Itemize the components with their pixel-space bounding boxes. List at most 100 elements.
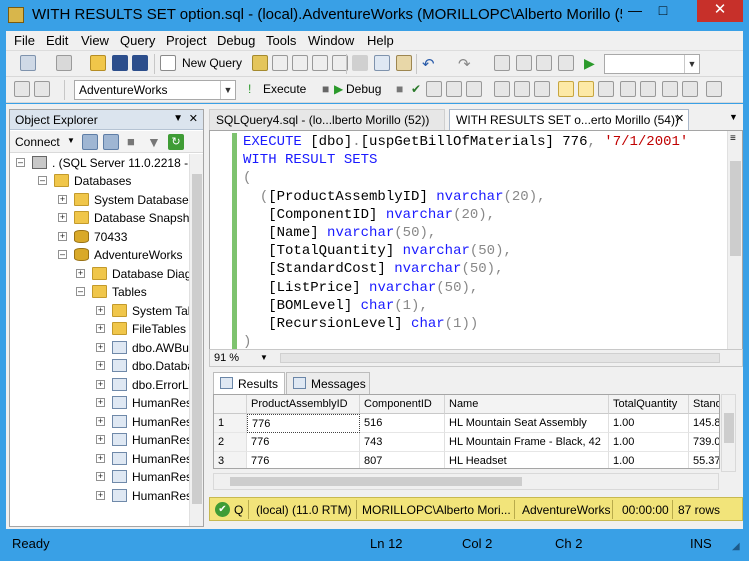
column-header[interactable]: Name	[445, 395, 609, 414]
grid-cell[interactable]: 516	[360, 414, 445, 433]
paste-icon[interactable]	[396, 55, 412, 71]
grid-cell[interactable]: 55.37	[689, 452, 719, 468]
tree-node-databases[interactable]: – Databases	[38, 172, 190, 190]
available-databases-select[interactable]: AdventureWorks ▼	[74, 80, 236, 100]
new-project-icon[interactable]	[20, 55, 36, 71]
change-connection-icon[interactable]	[34, 81, 50, 97]
resize-grip-icon[interactable]: ◢	[732, 541, 740, 552]
expand-icon[interactable]: +	[58, 213, 67, 222]
grid-cell[interactable]: 739.04	[689, 433, 719, 452]
tree-node-table[interactable]: + HumanResources.Employee	[96, 413, 190, 431]
expand-icon[interactable]: +	[58, 195, 67, 204]
solution-config-select[interactable]: ▼	[604, 54, 700, 74]
grid-cell[interactable]: 1.00	[609, 433, 689, 452]
expand-icon[interactable]: +	[96, 398, 105, 407]
db-engine-query-icon[interactable]	[252, 55, 268, 71]
results-to-file-icon[interactable]	[598, 81, 614, 97]
maximize-icon[interactable]: □	[650, 0, 676, 22]
tree-node-server[interactable]: – . (SQL Server 11.0.2218 -	[16, 154, 190, 172]
refresh-icon[interactable]: ↻	[168, 134, 184, 150]
row-number[interactable]: 2	[214, 433, 247, 452]
tab-list-icon[interactable]: ▼	[729, 112, 738, 122]
column-header[interactable]: TotalQuantity	[609, 395, 689, 414]
grid-cell[interactable]: 743	[360, 433, 445, 452]
debug-button[interactable]: Debug	[346, 82, 381, 96]
increase-indent-icon[interactable]	[682, 81, 698, 97]
tree-node-tables[interactable]: – Tables	[76, 283, 190, 301]
menu-project[interactable]: Project	[166, 33, 206, 48]
grid-cell[interactable]: 1.00	[609, 414, 689, 433]
grid-cell[interactable]: 776	[247, 414, 360, 433]
tree-node-table[interactable]: + HumanResources.EmployeePayHistory	[96, 450, 190, 468]
tree-node-database-snapshots[interactable]: + Database Snapshots	[58, 209, 190, 227]
open-file-icon[interactable]	[90, 55, 106, 71]
tree-node-filetables[interactable]: + FileTables	[96, 320, 190, 338]
tab-sqlquery4[interactable]: SQLQuery4.sql - (lo...lberto Morillo (52…	[209, 109, 445, 130]
mdx-query-icon[interactable]	[292, 55, 308, 71]
cancel-query-icon[interactable]: ■	[396, 82, 403, 96]
include-plan-icon[interactable]	[494, 81, 510, 97]
collapse-icon[interactable]: –	[16, 158, 25, 167]
connect-button[interactable]: Connect	[15, 135, 60, 149]
expand-icon[interactable]: +	[96, 472, 105, 481]
tree-node-table[interactable]: + dbo.AWBuildVersion	[96, 339, 190, 357]
filter-icon[interactable]: ▼	[147, 134, 163, 150]
grid-cell[interactable]: 1.00	[609, 452, 689, 468]
stop-icon[interactable]: ■	[127, 134, 143, 150]
tree-node-table[interactable]: + HumanResources.Shift	[96, 487, 190, 505]
include-stats-icon[interactable]	[514, 81, 530, 97]
grid-cell[interactable]: 776	[247, 433, 360, 452]
tree-node-table[interactable]: + HumanResources.EmployeeDepartmentHisto…	[96, 431, 190, 449]
navigate-back-icon[interactable]	[494, 55, 510, 71]
expand-icon[interactable]: +	[58, 232, 67, 241]
close-panel-icon[interactable]: ✕	[189, 112, 198, 125]
new-query-button[interactable]: New Query	[182, 56, 242, 70]
collapse-icon[interactable]: –	[58, 250, 67, 259]
tree-node-system-tables[interactable]: + System Tables	[96, 302, 190, 320]
expand-icon[interactable]: +	[96, 417, 105, 426]
tree-node-table[interactable]: + dbo.DatabaseLog	[96, 357, 190, 375]
menu-window[interactable]: Window	[308, 33, 354, 48]
minimize-icon[interactable]: —	[622, 0, 648, 22]
horizontal-scrollbar[interactable]	[280, 353, 720, 363]
expand-icon[interactable]: +	[96, 491, 105, 500]
scroll-thumb[interactable]	[724, 413, 734, 443]
expand-icon[interactable]: +	[96, 380, 105, 389]
results-to-text-icon[interactable]	[558, 81, 574, 97]
client-stats-icon[interactable]	[534, 81, 550, 97]
menu-view[interactable]: View	[81, 33, 109, 48]
save-all-icon[interactable]	[132, 55, 148, 71]
dmx-query-icon[interactable]	[312, 55, 328, 71]
tab-results[interactable]: Results	[213, 372, 285, 394]
stop-icon[interactable]: ■	[322, 82, 329, 96]
chevron-down-icon[interactable]: ▼	[67, 136, 75, 145]
results-grid[interactable]: ProductAssemblyID ComponentID Name Total…	[213, 394, 720, 469]
uncomment-icon[interactable]	[640, 81, 656, 97]
editor-scrollbar[interactable]: ≡	[727, 131, 742, 349]
grid-cell[interactable]: 807	[360, 452, 445, 468]
split-icon[interactable]: ≡	[730, 133, 736, 144]
find-files-icon[interactable]	[558, 55, 574, 71]
expand-icon[interactable]: +	[76, 269, 85, 278]
connect-icon[interactable]	[14, 81, 30, 97]
copy-icon[interactable]	[374, 55, 390, 71]
expand-icon[interactable]: +	[96, 343, 105, 352]
find-icon[interactable]	[536, 55, 552, 71]
expand-icon[interactable]: +	[96, 324, 105, 333]
pin-icon[interactable]: ▼	[173, 113, 183, 124]
column-header[interactable]: ProductAssemblyID	[247, 395, 360, 414]
grid-cell[interactable]: HL Headset	[445, 452, 609, 468]
grid-vertical-scrollbar[interactable]	[721, 394, 736, 472]
comment-icon[interactable]	[620, 81, 636, 97]
grid-cell[interactable]: 145.87	[689, 414, 719, 433]
execute-button[interactable]: Execute	[263, 82, 306, 96]
intellisense-icon[interactable]	[466, 81, 482, 97]
specify-values-icon[interactable]	[706, 81, 722, 97]
expand-icon[interactable]: +	[96, 306, 105, 315]
tree-scrollbar[interactable]	[189, 154, 203, 526]
menu-tools[interactable]: Tools	[266, 33, 296, 48]
tab-with-results-set[interactable]: WITH RESULTS SET o...erto Morillo (54))	[449, 109, 689, 130]
expand-icon[interactable]: +	[96, 361, 105, 370]
scroll-thumb[interactable]	[192, 174, 202, 504]
chevron-down-icon[interactable]: ▼	[260, 353, 268, 362]
